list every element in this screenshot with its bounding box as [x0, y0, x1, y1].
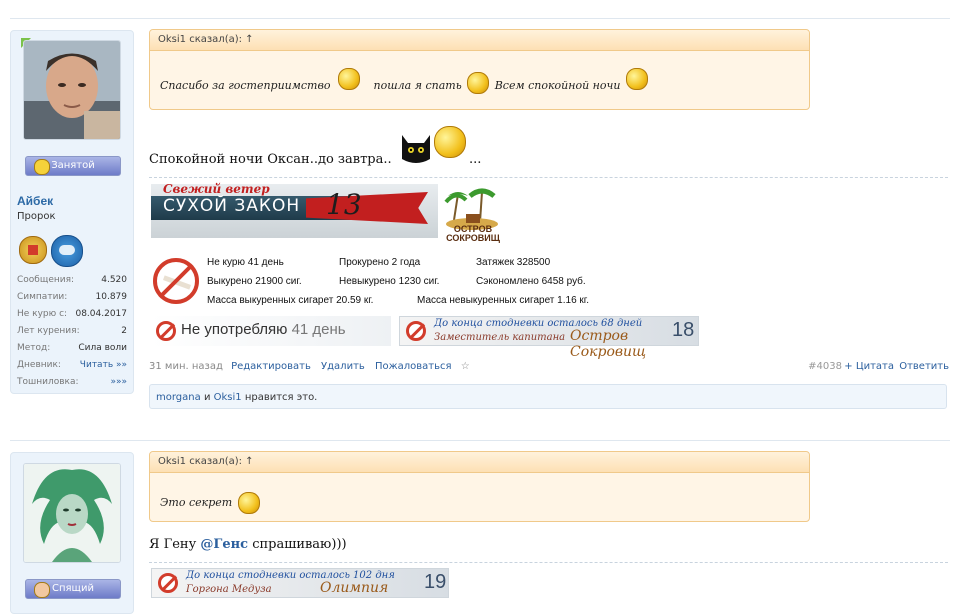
post-separator: [10, 440, 950, 441]
banner-number: 13: [326, 188, 362, 221]
status-label: Спящий: [52, 583, 94, 594]
counter-saved: Сэкономлено 6458 руб.: [476, 276, 586, 287]
quit-counter[interactable]: Не курю 41 день Прокурено 2 года Затяжек…: [151, 254, 621, 312]
quote-text: Спасибо за гостеприимство пошла я спать …: [160, 68, 648, 94]
quote-block: Oksi1 сказал(а): ↑ Это секрет: [149, 451, 810, 522]
counter-not-smoked: Невыкурено 1230 сиг.: [339, 276, 440, 287]
bee-smiley-icon: [338, 68, 361, 90]
quote-block: Oksi1 сказал(а): ↑ Спасибо за гостеприим…: [149, 29, 810, 110]
liker-link[interactable]: morgana: [156, 392, 201, 403]
stat-quit-date: Не курю с: 08.04.2017: [17, 309, 127, 319]
post-message: Спокойной ночи Оксан..до завтра..: [149, 152, 392, 167]
not-using-counter[interactable]: Не употребляю 41 день: [151, 316, 391, 346]
post-separator: [10, 18, 950, 19]
quote-header[interactable]: Oksi1 сказал(а): ↑: [150, 30, 809, 51]
no-smoking-icon: [156, 321, 176, 341]
message-ellipsis: ...: [469, 152, 482, 167]
avatar[interactable]: [23, 40, 121, 140]
black-cat-icon: [398, 133, 434, 165]
reply-link[interactable]: Ответить: [899, 361, 949, 372]
user-panel: Спящий: [10, 452, 134, 614]
stodnevka-banner[interactable]: До конца стодневки осталось 68 дней Заме…: [399, 316, 699, 360]
grin-smiley-icon: [237, 492, 260, 514]
avatar[interactable]: [23, 463, 121, 563]
counter-smoked: Выкурено 21900 сиг.: [207, 276, 302, 287]
edit-link[interactable]: Редактировать: [231, 361, 311, 372]
username[interactable]: Айбек: [17, 194, 53, 208]
no-smoking-icon: [406, 321, 426, 341]
likes-bar: morgana и Oksi1 нравится это.: [149, 384, 947, 409]
medal-icon: [19, 236, 47, 264]
bee-icon: [34, 159, 50, 175]
counter-years: Прокурено 2 года: [339, 257, 421, 268]
report-link[interactable]: Пожаловаться: [375, 361, 452, 372]
mention-link[interactable]: @Генс: [200, 537, 248, 552]
stat-likes: Симпатии: 10.879: [17, 292, 127, 302]
quote-link[interactable]: + Цитата: [844, 361, 894, 372]
post-footer: 31 мин. назад Редактировать Удалить Пожа…: [149, 361, 949, 372]
bookmark-star-icon[interactable]: ☆: [461, 361, 470, 372]
counter-mass-smoked: Масса выкуренных сигарет 20.59 кг.: [207, 295, 374, 306]
stodnevka-banner[interactable]: До конца стодневки осталось 102 дня Горг…: [151, 568, 449, 598]
smiley-icon: [434, 126, 466, 158]
user-title: Пророк: [17, 211, 56, 222]
stat-method: Метод: Сила воли: [17, 343, 127, 353]
no-smoking-icon: [158, 573, 178, 593]
liker-link[interactable]: Oksi1: [214, 392, 242, 403]
wink-smiley-icon: [467, 72, 490, 94]
toshnilovka-link[interactable]: »»»: [110, 377, 127, 387]
user-panel: Занятой Айбек Пророк Сообщения: 4.520 Сим…: [10, 30, 134, 394]
post-time[interactable]: 31 мин. назад: [149, 361, 223, 372]
status-busy-button[interactable]: Занятой: [25, 156, 121, 176]
counter-mass-not-smoked: Масса невыкуренных сигарет 1.16 кг.: [417, 295, 589, 306]
signature-divider: [149, 177, 948, 178]
no-smoking-icon: [153, 258, 199, 304]
treasure-island-logo[interactable]: ОСТРОВ СОКРОВИЩ: [440, 184, 504, 248]
sleeping-icon: [34, 582, 50, 598]
delete-link[interactable]: Удалить: [321, 361, 365, 372]
stat-messages: Сообщения: 4.520: [17, 275, 127, 285]
counter-puffs: Затяжек 328500: [476, 257, 551, 268]
counter-days: Не курю 41 день: [207, 257, 284, 268]
banner-title: СУХОЙ ЗАКОН: [163, 196, 301, 216]
status-sleeping-button[interactable]: Спящий: [25, 579, 121, 599]
status-label: Занятой: [51, 160, 95, 171]
dry-law-banner[interactable]: Свежий ветер СУХОЙ ЗАКОН 13: [151, 182, 438, 238]
stat-toshnilovka: Тошниловка:»»»: [17, 377, 127, 387]
post-number[interactable]: #4038: [808, 361, 842, 372]
post-message: Я Гену @Генс спрашиваю))): [149, 537, 347, 552]
signature-divider: [149, 562, 948, 563]
stat-smoking-years: Лет курения: 2: [17, 326, 127, 336]
diary-link[interactable]: Читать »»: [80, 360, 127, 370]
bee-smiley-icon: [625, 68, 648, 90]
stat-diary: Дневник: Читать »»: [17, 360, 127, 370]
quote-text: Это секрет: [160, 492, 260, 514]
chat-bubble-icon: [51, 235, 83, 267]
quote-header[interactable]: Oksi1 сказал(а): ↑: [150, 452, 809, 473]
